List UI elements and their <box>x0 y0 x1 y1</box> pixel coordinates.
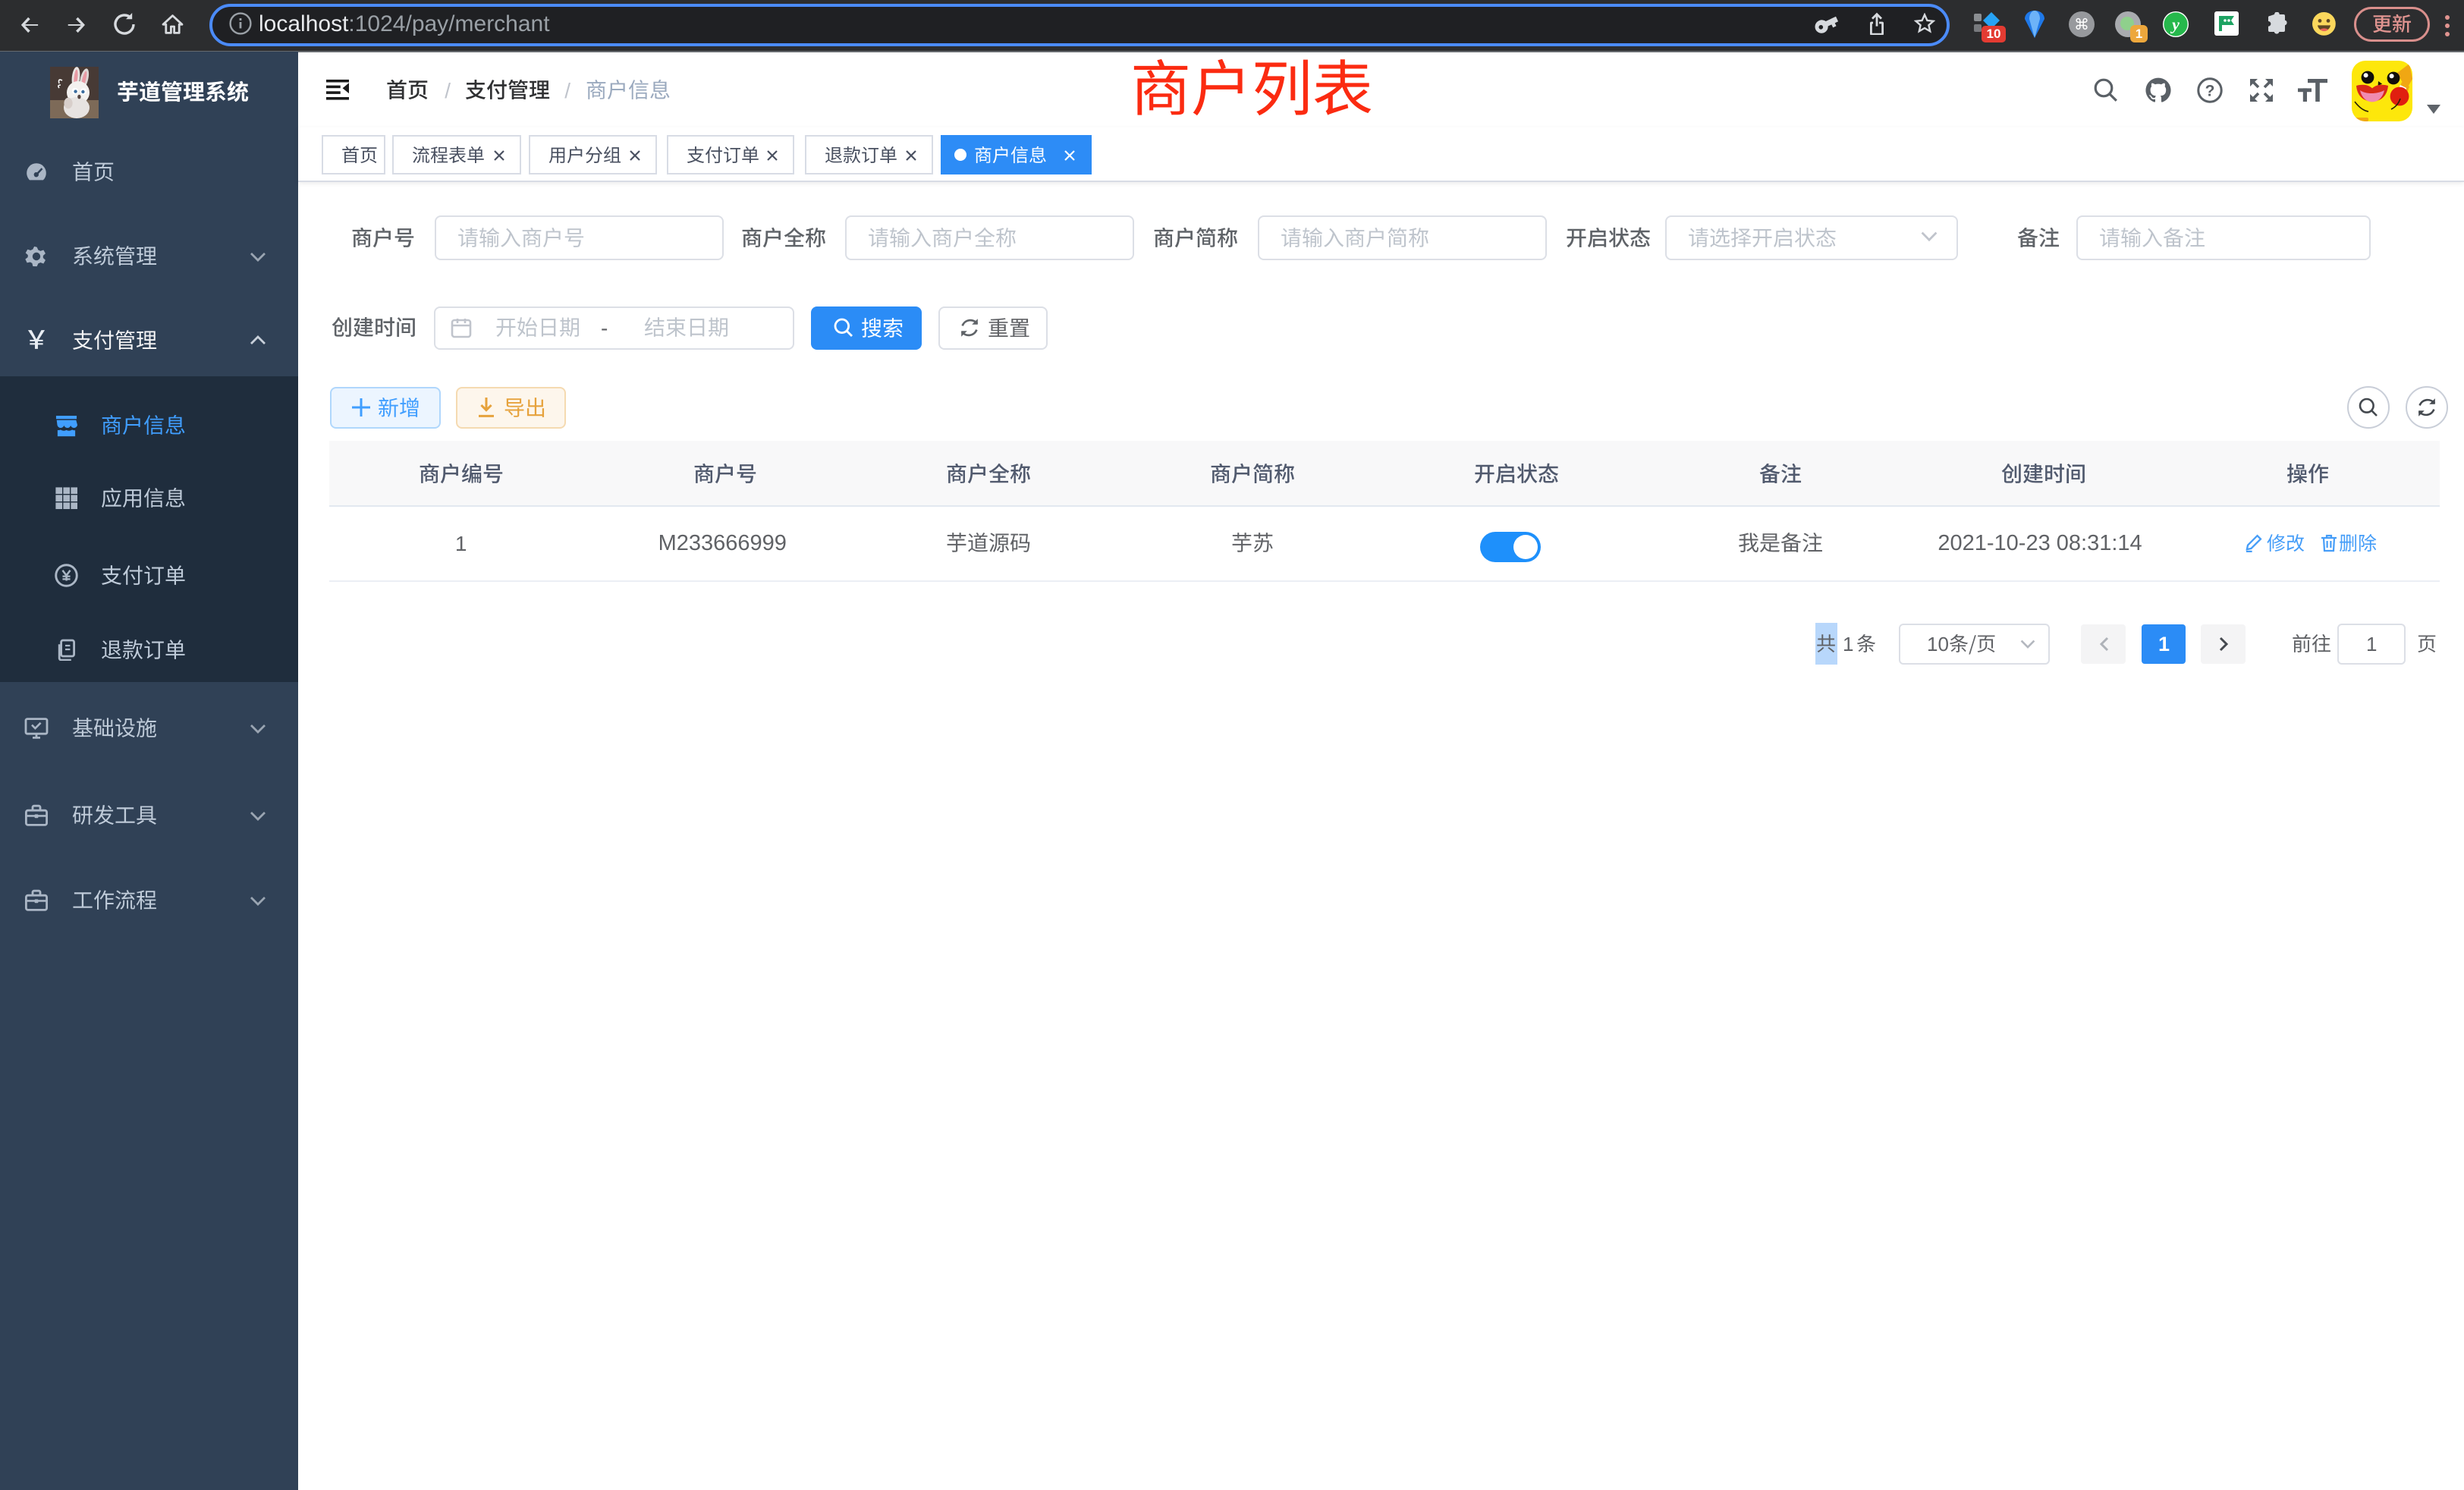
svg-text:⌘: ⌘ <box>2074 17 2089 33</box>
svg-text:?: ? <box>2205 82 2215 99</box>
